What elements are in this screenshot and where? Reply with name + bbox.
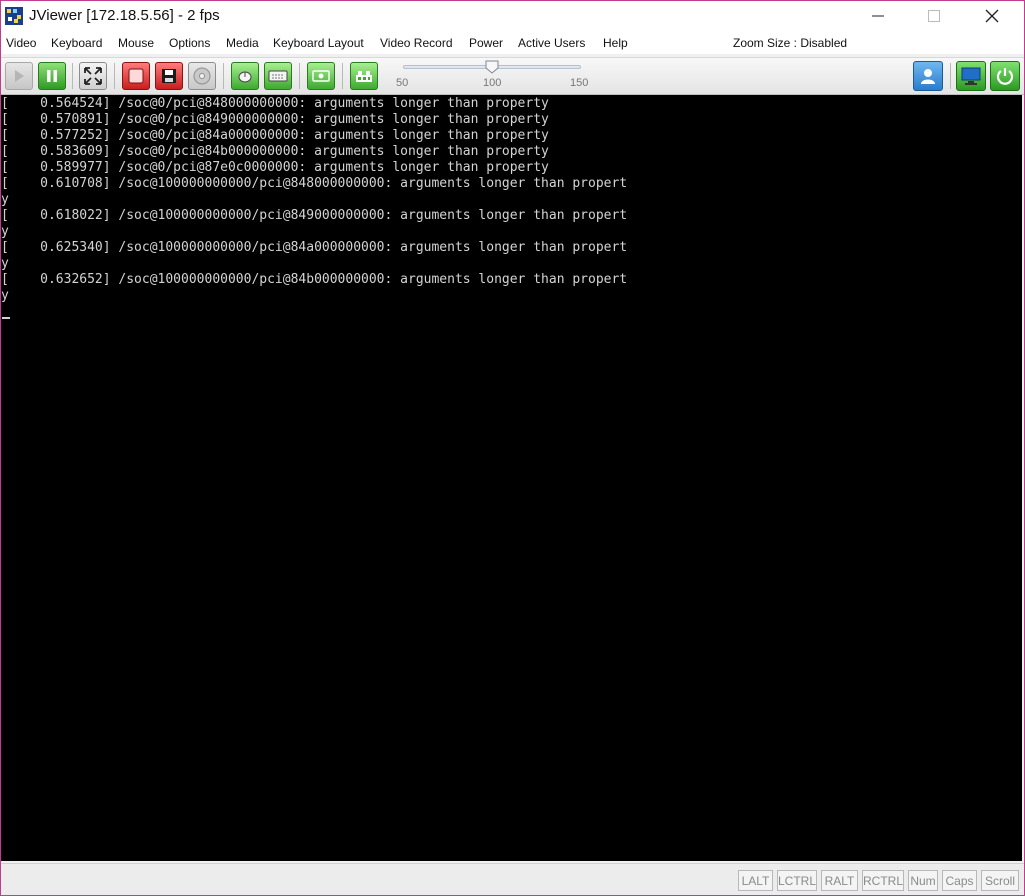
minimize-button[interactable] <box>855 1 901 31</box>
pause-button[interactable] <box>38 62 66 90</box>
close-button[interactable] <box>969 1 1015 31</box>
console-line: y <box>1 192 9 207</box>
minimize-icon <box>872 15 884 17</box>
video-record-button[interactable] <box>307 62 335 90</box>
console-line: [ 0.610708] /soc@100000000000/pci@848000… <box>1 176 628 191</box>
user-icon <box>921 69 935 84</box>
mouse-button[interactable] <box>231 62 259 90</box>
cdrom-button[interactable] <box>188 62 216 90</box>
text-cursor <box>2 317 10 319</box>
toolbar-separator <box>299 63 300 89</box>
mouse-icon <box>238 71 252 83</box>
zoom-max-label: 150 <box>570 77 589 89</box>
maximize-icon <box>928 10 940 22</box>
soft-keyboard-button[interactable] <box>350 62 378 90</box>
toolbar-separator <box>114 63 115 89</box>
toolbar-separator <box>950 63 951 89</box>
zoom-mid-label: 100 <box>483 77 502 89</box>
console-line: [ 0.583609] /soc@0/pci@84b000000000: arg… <box>1 144 549 159</box>
window-title: JViewer [172.18.5.56] - 2 fps <box>29 7 220 24</box>
console-line: [ 0.632652] /soc@100000000000/pci@84b000… <box>1 272 628 287</box>
zoom-size-status: Zoom Size : Disabled <box>733 36 848 50</box>
jviewer-window: JViewer [172.18.5.56] - 2 fps Video Keyb… <box>0 0 1025 896</box>
keyboard-button[interactable] <box>264 62 292 90</box>
power-button[interactable] <box>990 61 1020 91</box>
expand-icon <box>84 67 102 85</box>
hardware-icon <box>356 71 372 82</box>
play-button[interactable] <box>5 62 33 90</box>
console-output: [ 0.564524] /soc@0/pci@848000000000: arg… <box>1 96 1022 304</box>
console-line: [ 0.570891] /soc@0/pci@849000000000: arg… <box>1 112 549 127</box>
toolbar-separator <box>223 63 224 89</box>
console-line: [ 0.625340] /soc@100000000000/pci@84a000… <box>1 240 628 255</box>
ralt-key-indicator[interactable]: RALT <box>821 870 858 891</box>
maximize-button[interactable] <box>911 1 957 31</box>
close-icon <box>985 9 999 23</box>
menu-keyboard[interactable]: Keyboard <box>51 36 102 50</box>
cd-icon <box>193 67 211 85</box>
red-screen-icon <box>128 68 144 84</box>
console-line: y <box>1 256 9 271</box>
jviewer-app-icon <box>5 7 23 25</box>
menu-bar: Video Keyboard Mouse Options Media Keybo… <box>1 32 1024 54</box>
console-line: y <box>1 288 9 303</box>
video-record-icon <box>312 70 330 82</box>
num-lock-indicator[interactable]: Num <box>908 870 938 891</box>
status-bar: LALT LCTRL RALT RCTRL Num Caps Scroll <box>1 863 1024 895</box>
menu-video[interactable]: Video <box>6 36 36 50</box>
console-line: y <box>1 224 9 239</box>
rctrl-key-indicator[interactable]: RCTRL <box>862 870 904 891</box>
console-line: [ 0.577252] /soc@0/pci@84a000000000: arg… <box>1 128 549 143</box>
lalt-key-indicator[interactable]: LALT <box>738 870 773 891</box>
keyboard-icon <box>268 70 288 82</box>
power-icon <box>996 68 1014 85</box>
menu-video-record[interactable]: Video Record <box>380 36 453 50</box>
console-line: [ 0.618022] /soc@100000000000/pci@849000… <box>1 208 628 223</box>
floppy-icon <box>162 69 176 83</box>
pause-icon <box>47 70 57 82</box>
active-users-button[interactable] <box>913 61 943 91</box>
host-display-button[interactable] <box>956 61 986 91</box>
console-line: [ 0.589977] /soc@0/pci@87e0c0000000: arg… <box>1 160 549 175</box>
power-off-video-button[interactable] <box>122 62 150 90</box>
console-line: [ 0.564524] /soc@0/pci@848000000000: arg… <box>1 96 549 111</box>
menu-keyboard-layout[interactable]: Keyboard Layout <box>273 36 364 50</box>
zoom-slider-thumb[interactable] <box>485 60 499 74</box>
scroll-lock-indicator[interactable]: Scroll <box>981 870 1019 891</box>
fullscreen-button[interactable] <box>79 62 107 90</box>
lctrl-key-indicator[interactable]: LCTRL <box>777 870 817 891</box>
menu-media[interactable]: Media <box>226 36 259 50</box>
floppy-button[interactable] <box>155 62 183 90</box>
title-bar[interactable]: JViewer [172.18.5.56] - 2 fps <box>1 1 1024 32</box>
remote-console-screen[interactable]: [ 0.564524] /soc@0/pci@848000000000: arg… <box>1 95 1022 861</box>
zoom-min-label: 50 <box>396 77 409 89</box>
caps-lock-indicator[interactable]: Caps <box>942 870 977 891</box>
toolbar-separator <box>342 63 343 89</box>
menu-power[interactable]: Power <box>469 36 503 50</box>
menu-active-users[interactable]: Active Users <box>518 36 585 50</box>
menu-mouse[interactable]: Mouse <box>118 36 154 50</box>
menu-help[interactable]: Help <box>603 36 628 50</box>
toolbar-separator <box>72 63 73 89</box>
play-icon <box>15 70 24 82</box>
toolbar: 50 100 150 <box>1 57 1024 95</box>
monitor-icon <box>961 67 981 85</box>
menu-options[interactable]: Options <box>169 36 210 50</box>
